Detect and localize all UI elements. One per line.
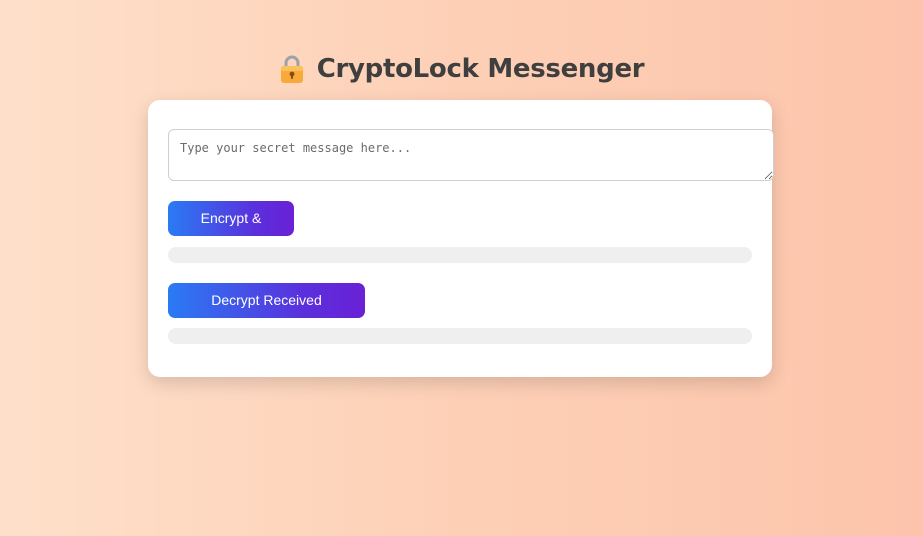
page-header: CryptoLock Messenger — [0, 50, 923, 88]
encrypt-send-button[interactable]: Encrypt & Send — [168, 201, 294, 261]
messenger-card: Encrypt & Send Decrypt Received Message — [148, 100, 774, 377]
page-title: CryptoLock Messenger — [316, 54, 645, 84]
encrypted-output — [168, 247, 752, 263]
secret-message-input[interactable] — [168, 129, 774, 181]
lock-icon — [279, 54, 305, 84]
decrypted-output — [168, 328, 752, 344]
decrypt-message-button[interactable]: Decrypt Received Message — [168, 283, 365, 343]
